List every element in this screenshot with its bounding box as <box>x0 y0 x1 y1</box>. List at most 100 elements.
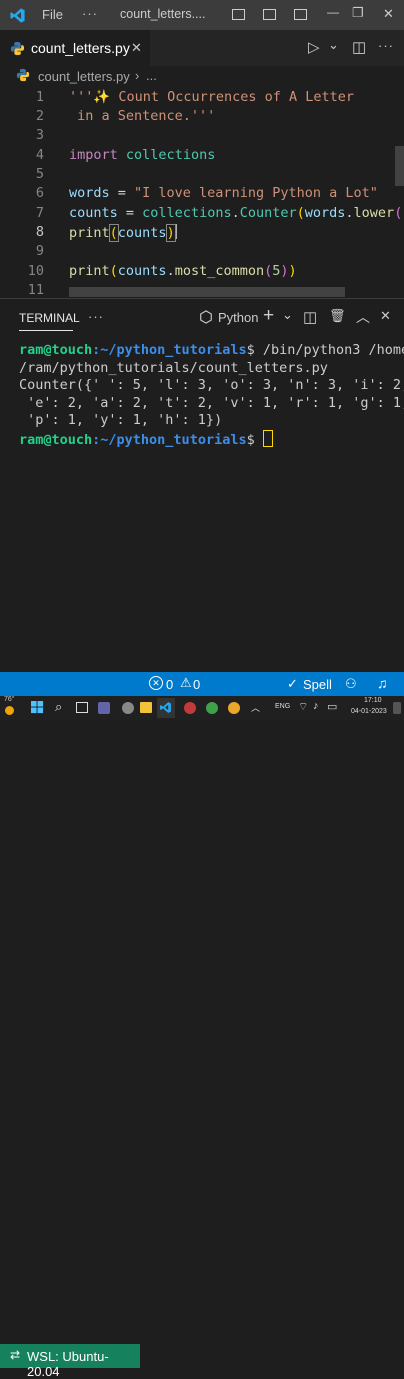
run-dropdown-icon[interactable]: ⌄ <box>328 37 339 53</box>
windows-start-icon[interactable] <box>31 701 44 714</box>
variable: words <box>304 205 346 221</box>
remote-indicator[interactable]: ⇄ WSL: Ubuntu-20.04 <box>0 1344 140 1379</box>
close-window-button[interactable]: ✕ <box>383 6 394 22</box>
editor-vertical-scrollbar[interactable] <box>395 146 404 186</box>
code-line-8: print(counts) <box>69 224 177 242</box>
editor-horizontal-scrollbar[interactable] <box>69 287 345 297</box>
warning-count[interactable]: 0 <box>193 677 200 692</box>
docstring: '''✨ Count Occurrences of A Letter <box>69 89 355 105</box>
breadcrumb-separator: › <box>135 68 140 83</box>
spell-label[interactable]: Spell <box>303 677 332 692</box>
title-bar: File ··· count_letters.... — ❐ ✕ <box>0 0 404 30</box>
breadcrumb-more[interactable]: ... <box>146 68 157 83</box>
layout-panel-icon[interactable] <box>263 9 276 20</box>
prompt-path: :~/python_tutorials <box>92 342 247 358</box>
code-editor[interactable]: 1 2 3 4 5 6 7 8 9 10 11 '''✨ Count Occur… <box>0 86 404 298</box>
line-number: 3 <box>35 127 44 143</box>
menu-more-icon[interactable]: ··· <box>82 6 98 21</box>
clock-time[interactable]: 17:10 <box>364 697 382 704</box>
terminal-line: ram@touch:~/python_tutorials$ /bin/pytho… <box>19 342 404 360</box>
line-number: 6 <box>35 185 44 201</box>
spell-check-icon[interactable]: ✓ <box>287 676 298 692</box>
operator: = <box>109 185 135 201</box>
tray-overflow-icon[interactable]: ︿ <box>251 701 260 714</box>
close-panel-icon[interactable]: ✕ <box>380 308 391 324</box>
split-terminal-icon[interactable]: ◫ <box>303 308 317 326</box>
run-icon[interactable]: ▷ <box>308 38 320 56</box>
error-icon[interactable]: ✕ <box>149 676 163 690</box>
class-name: Counter <box>239 205 297 221</box>
weather-temp[interactable]: 76° <box>4 696 15 703</box>
dot: . <box>345 205 354 221</box>
warning-icon[interactable]: ⚠ <box>180 675 192 691</box>
search-icon[interactable]: ⌕ <box>55 699 62 715</box>
error-count[interactable]: 0 <box>166 677 173 692</box>
new-terminal-icon[interactable]: + <box>263 305 274 327</box>
editor-more-icon[interactable]: ··· <box>378 38 394 53</box>
module-name: collections <box>142 205 232 221</box>
app-icon-2[interactable] <box>206 702 218 714</box>
minimize-button[interactable]: — <box>327 5 339 19</box>
new-terminal-dropdown-icon[interactable]: ⌄ <box>282 307 293 323</box>
line-number-active: 8 <box>35 224 44 240</box>
restore-button[interactable]: ❐ <box>352 5 364 21</box>
string-literal: "I love learning Python a Lot" <box>134 185 378 201</box>
status-bar: ⇄ WSL: Ubuntu-20.04 ✕ 0 ⚠ 0 ✓ Spell ⚇ ♫ <box>0 672 404 1379</box>
volume-icon[interactable]: ♪ <box>313 700 319 712</box>
file-explorer-icon[interactable] <box>140 702 152 713</box>
weather-icon[interactable] <box>5 706 14 715</box>
task-view-icon[interactable] <box>76 702 88 713</box>
code-line-4: import collections <box>69 147 215 163</box>
terminal-line: Counter({' ': 5, 'l': 3, 'o': 3, 'n': 3,… <box>19 377 404 393</box>
panel-more-icon[interactable]: ··· <box>88 309 104 324</box>
function-name: lower <box>353 205 395 221</box>
feedback-icon[interactable]: ⚇ <box>345 676 357 692</box>
layout-sidebar-icon[interactable] <box>232 9 245 20</box>
python-file-icon <box>16 68 30 82</box>
app-icon-1[interactable] <box>184 702 196 714</box>
tab-count-letters[interactable]: count_letters.py ✕ <box>0 30 150 66</box>
vscode-logo-icon[interactable] <box>9 7 26 24</box>
tab-terminal[interactable]: TERMINAL <box>19 311 80 325</box>
keyword: import <box>69 147 118 163</box>
code-line-7: counts = collections.Counter(words.lower… <box>69 205 404 221</box>
python-file-icon <box>10 41 25 56</box>
clock-date[interactable]: 04-01-2023 <box>351 708 387 715</box>
maximize-panel-icon[interactable]: ︿ <box>356 307 370 327</box>
tab-close-icon[interactable]: ✕ <box>131 40 142 56</box>
breadcrumb: count_letters.py › ... <box>0 66 404 86</box>
split-editor-icon[interactable]: ◫ <box>352 38 366 56</box>
variable: counts <box>117 263 167 279</box>
language-indicator[interactable]: ENG <box>275 703 290 710</box>
terminal-shell-name[interactable]: Python <box>218 310 258 325</box>
terminal-line: /ram/python_tutorials/count_letters.py <box>19 359 328 376</box>
code-line-2: in a Sentence.''' <box>69 108 215 124</box>
line-number: 1 <box>35 89 44 105</box>
vscode-taskbar-icon[interactable] <box>159 701 172 714</box>
dot: . <box>166 263 175 279</box>
breadcrumb-file[interactable]: count_letters.py <box>38 69 130 84</box>
settings-gear-icon[interactable] <box>122 702 134 714</box>
line-number: 2 <box>35 108 44 124</box>
terminal-output[interactable]: ram@touch:~/python_tutorials$ /bin/pytho… <box>19 342 404 449</box>
code-line-1: '''✨ Count Occurrences of A Letter <box>69 89 354 105</box>
tab-label: count_letters.py <box>31 40 130 56</box>
chrome-icon[interactable] <box>228 702 240 714</box>
menu-file[interactable]: File <box>42 7 63 22</box>
notification-center-icon[interactable] <box>393 702 401 714</box>
kill-terminal-icon[interactable]: 🗑 <box>329 308 346 324</box>
line-number: 4 <box>35 147 44 163</box>
command: $ /bin/python3 /home <box>246 342 404 358</box>
bracket: ) <box>280 263 289 279</box>
battery-icon[interactable]: ▭ <box>327 700 337 713</box>
layout-secondary-icon[interactable] <box>294 9 307 20</box>
windows-taskbar: 76° ⌕ ︿ ENG ⌔ ♪ ▭ 17:10 04-01-2023 <box>0 696 404 720</box>
terminal-line: 'e': 2, 'a': 2, 't': 2, 'v': 1, 'r': 1, … <box>19 394 404 411</box>
notifications-bell-icon[interactable]: ♫ <box>377 675 388 691</box>
teams-icon[interactable] <box>98 702 110 714</box>
terminal-line: 'p': 1, 'y': 1, 'h': 1}) <box>19 412 223 428</box>
wifi-icon[interactable]: ⌔ <box>298 700 308 714</box>
bracket: ( <box>296 205 305 221</box>
line-number: 7 <box>35 205 44 221</box>
terminal-cursor <box>262 429 273 447</box>
